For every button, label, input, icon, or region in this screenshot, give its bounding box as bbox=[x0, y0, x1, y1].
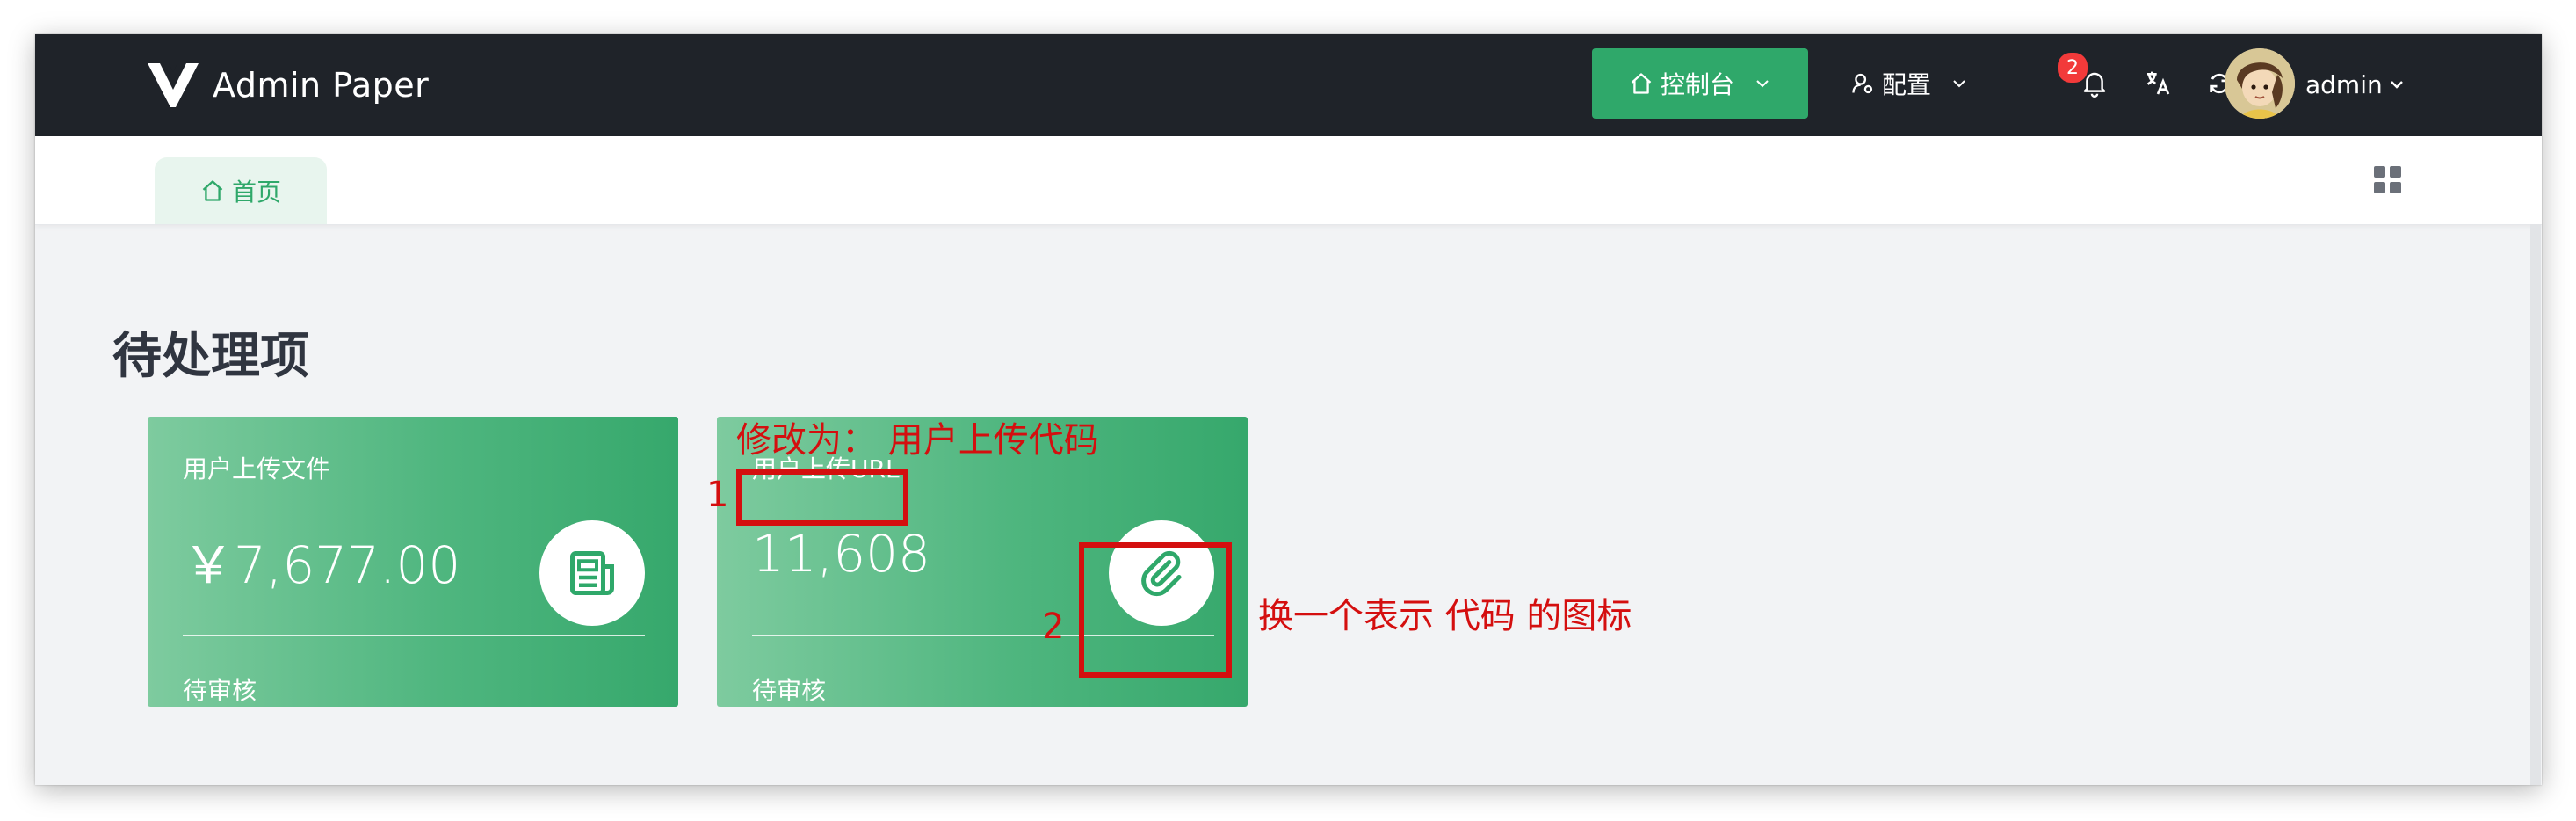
chevron-down-icon bbox=[2388, 76, 2406, 93]
notification-badge: 2 bbox=[2056, 51, 2089, 84]
app-logo[interactable]: Admin Paper bbox=[148, 61, 429, 110]
config-menu[interactable]: 配置 bbox=[1850, 55, 1968, 112]
user-name: admin bbox=[2305, 69, 2383, 99]
app-title: Admin Paper bbox=[213, 66, 430, 105]
stat-card-files[interactable]: 用户上传文件 ￥7,677.00 待审核 bbox=[148, 417, 678, 707]
annotation-marker-2: 2 bbox=[1042, 607, 1065, 647]
card-label: 用户上传文件 bbox=[183, 454, 331, 483]
card-value: 11,608 bbox=[752, 524, 930, 584]
card-footer: 待审核 bbox=[752, 676, 827, 705]
scrollbar[interactable] bbox=[2530, 224, 2541, 785]
card-divider bbox=[183, 635, 645, 636]
user-settings-icon bbox=[1850, 71, 1875, 96]
annotation-rename-note: 修改为： 用户上传代码 bbox=[736, 420, 1099, 461]
chevron-down-icon bbox=[1754, 75, 1771, 92]
chevron-down-icon bbox=[1950, 75, 1968, 92]
config-label: 配置 bbox=[1882, 70, 1932, 99]
tab-home-label: 首页 bbox=[231, 178, 281, 207]
console-label: 控制台 bbox=[1660, 70, 1734, 99]
console-button[interactable]: 控制台 bbox=[1592, 48, 1808, 119]
language-translate-icon[interactable] bbox=[2140, 66, 2175, 101]
home-icon bbox=[1629, 71, 1653, 96]
annotation-marker-1: 1 bbox=[706, 475, 729, 515]
top-navbar: Admin Paper 控制台 配置 2 admin bbox=[35, 34, 2542, 136]
tab-home[interactable]: 首页 bbox=[155, 157, 327, 224]
annotation-icon-note: 换一个表示 代码 的图标 bbox=[1258, 596, 1632, 636]
newspaper-icon bbox=[539, 520, 645, 626]
logo-v-icon bbox=[148, 63, 199, 107]
card-value: ￥7,677.00 bbox=[183, 535, 461, 595]
tab-bar: 首页 bbox=[35, 136, 2542, 225]
page-title: 待处理项 bbox=[112, 328, 309, 385]
annotation-box-2 bbox=[1079, 542, 1232, 678]
user-avatar[interactable] bbox=[2225, 48, 2295, 119]
home-icon bbox=[200, 178, 225, 203]
annotation-box-1 bbox=[736, 469, 908, 526]
grid-menu-icon[interactable] bbox=[2374, 166, 2404, 196]
user-menu[interactable]: admin bbox=[2305, 64, 2406, 105]
card-footer: 待审核 bbox=[183, 676, 257, 705]
